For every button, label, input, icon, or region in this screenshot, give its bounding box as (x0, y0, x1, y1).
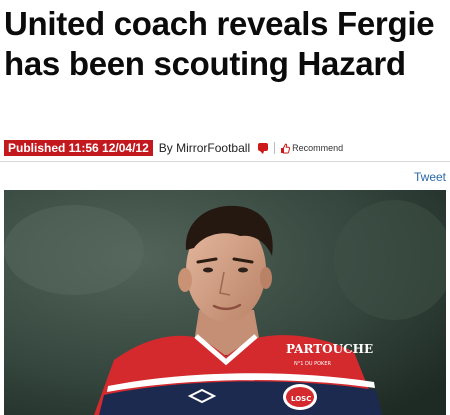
article-photo: PARTOUCHE N°1 DU POKER LOSC (4, 190, 446, 415)
sponsor-logo-subtext: N°1 DU POKER (294, 361, 331, 367)
club-badge-text: LOSC (291, 395, 311, 403)
article-page: United coach reveals Fergie has been sco… (0, 0, 450, 415)
recommend-button[interactable]: Recommend (280, 143, 343, 154)
recommend-label: Recommend (292, 143, 344, 153)
thumbs-up-icon (281, 143, 291, 153)
byline-divider (0, 161, 450, 162)
tweet-button[interactable]: Tweet (414, 170, 446, 184)
published-timestamp-badge: Published 11:56 12/04/12 (4, 140, 153, 156)
comment-icon[interactable] (258, 143, 269, 154)
sponsor-logo-text: PARTOUCHE (286, 342, 373, 356)
article-byline: Published 11:56 12/04/12 By MirrorFootba… (4, 139, 446, 157)
article-headline: United coach reveals Fergie has been sco… (4, 5, 435, 82)
divider (274, 142, 276, 154)
player-photo-illustration: PARTOUCHE N°1 DU POKER LOSC (4, 190, 446, 415)
author-name: By MirrorFootball (158, 141, 251, 155)
